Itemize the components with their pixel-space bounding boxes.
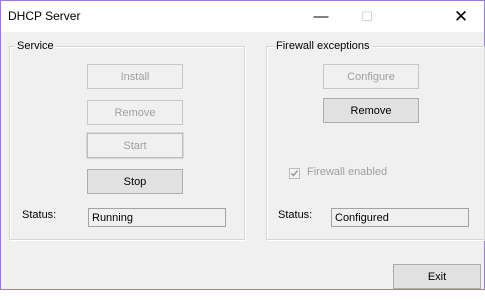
firewall-enabled-checkbox[interactable] <box>289 168 300 179</box>
service-status-field: Running <box>88 208 226 227</box>
firewall-group-label: Firewall exceptions <box>274 40 372 53</box>
firewall-remove-button[interactable]: Remove <box>323 98 419 123</box>
minimize-button[interactable]: — <box>298 1 344 32</box>
close-button[interactable]: ✕ <box>438 1 484 32</box>
check-icon <box>290 170 299 177</box>
service-group-label: Service <box>15 40 56 53</box>
firewall-status-field: Configured <box>331 208 469 227</box>
install-button[interactable]: Install <box>87 64 183 89</box>
configure-button[interactable]: Configure <box>323 64 419 89</box>
maximize-button: ☐ <box>361 9 373 24</box>
stop-button[interactable]: Stop <box>87 169 183 194</box>
dhcp-server-window: DHCP Server — ☐ ✕ Service Install Remove… <box>0 0 485 290</box>
service-remove-button[interactable]: Remove <box>87 100 183 125</box>
start-button[interactable]: Start <box>86 132 184 159</box>
exit-button[interactable]: Exit <box>393 264 481 289</box>
window-title: DHCP Server <box>8 9 81 23</box>
title-bar[interactable]: DHCP Server — ☐ ✕ <box>1 1 484 32</box>
firewall-status-label: Status: <box>278 209 313 221</box>
firewall-enabled-label: Firewall enabled <box>307 166 388 178</box>
service-status-label: Status: <box>22 209 57 221</box>
